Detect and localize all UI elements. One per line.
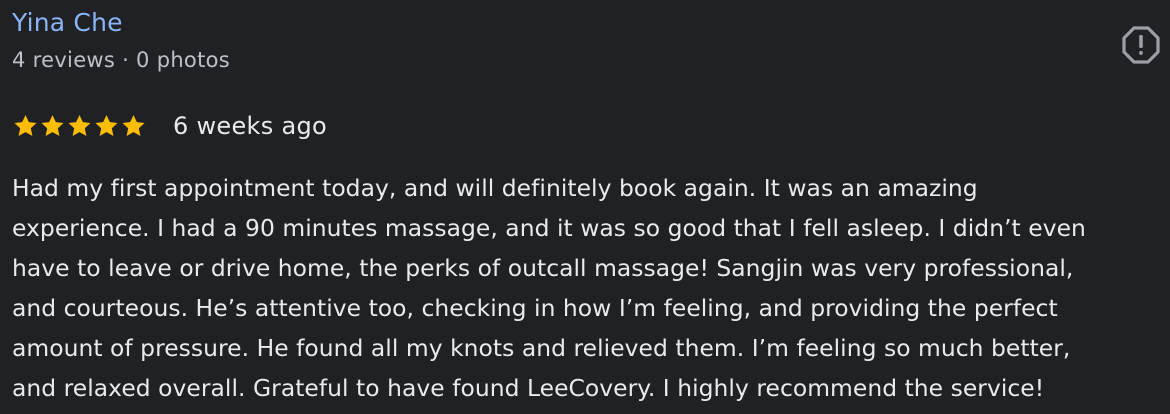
star-icon xyxy=(95,114,118,136)
review-card: Yina Che 4 reviews · 0 photos 6 weeks ag… xyxy=(0,0,1170,414)
reviewer-meta: 4 reviews · 0 photos xyxy=(12,48,230,72)
review-text-line: amount of pressure. He found all my knot… xyxy=(12,334,1071,362)
star-rating xyxy=(12,113,147,139)
star-icon xyxy=(68,114,91,136)
star-icon xyxy=(122,114,145,136)
reviewer-name[interactable]: Yina Che xyxy=(12,6,123,40)
rating-row: 6 weeks ago xyxy=(12,110,327,142)
review-text-line: and relaxed overall. Grateful to have fo… xyxy=(12,374,1045,402)
report-flag-icon xyxy=(1122,26,1160,64)
report-review-button[interactable] xyxy=(1118,22,1164,68)
review-text-line: Had my first appointment today, and will… xyxy=(12,174,978,202)
star-icon xyxy=(14,114,37,136)
review-text-line: and courteous. He’s attentive too, check… xyxy=(12,294,1058,322)
star-icon xyxy=(41,114,64,136)
review-date: 6 weeks ago xyxy=(173,112,328,140)
review-text: Had my first appointment today, and will… xyxy=(12,168,1164,408)
review-text-line: have to leave or drive home, the perks o… xyxy=(12,254,1074,282)
review-text-line: experience. I had a 90 minutes massage, … xyxy=(12,214,1086,242)
